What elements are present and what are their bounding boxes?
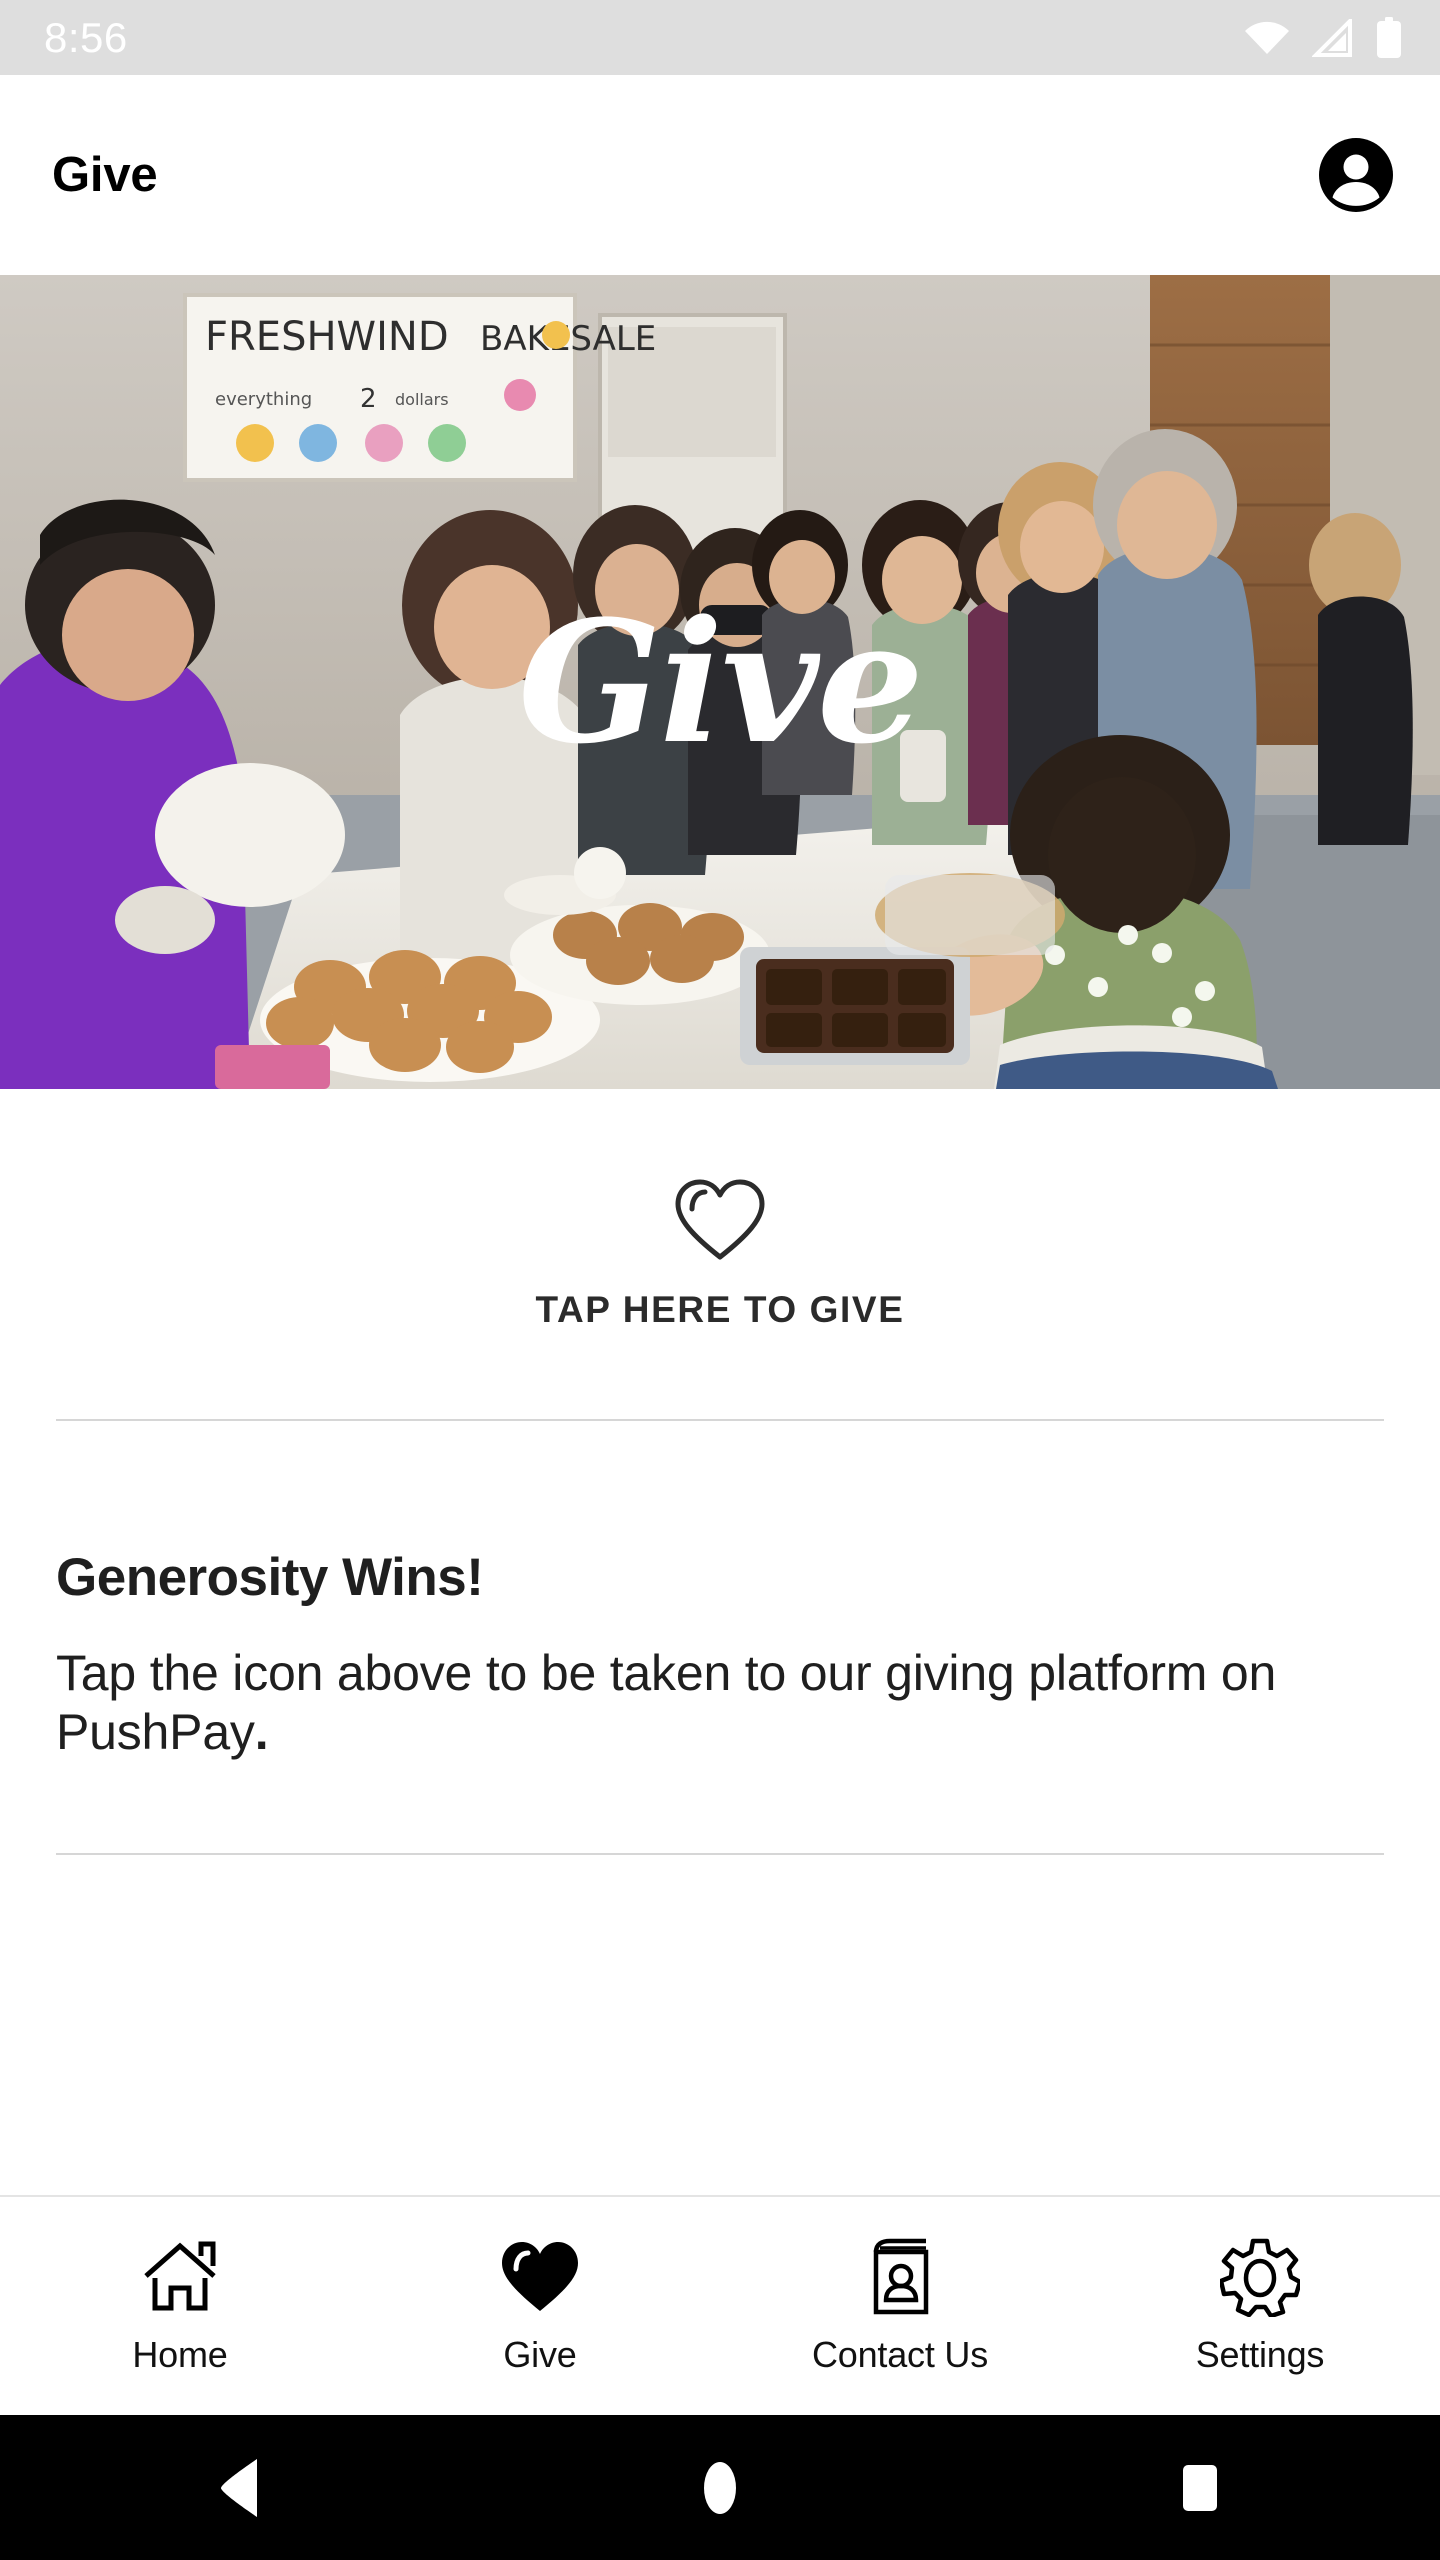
tab-give[interactable]: Give [360,2197,720,2415]
heart-filled-icon [499,2236,581,2318]
hero-banner[interactable]: FRESHWIND BAKESALE everything 2 dollars [0,275,1440,1089]
tap-to-give-button[interactable]: TAP HERE TO GIVE [0,1089,1440,1419]
tab-contact-us[interactable]: Contact Us [720,2197,1080,2415]
status-bar-icons [1244,16,1402,59]
svg-text:2: 2 [360,384,377,414]
svg-text:FRESHWIND: FRESHWIND [205,314,449,360]
wifi-icon [1244,20,1290,56]
home-icon [141,2236,219,2318]
bottom-tab-bar: Home Give Contact Us Settings [0,2195,1440,2415]
tab-home-label: Home [132,2334,228,2375]
cellular-signal-icon [1312,18,1354,57]
tap-to-give-label: TAP HERE TO GIVE [535,1289,905,1330]
circle-home-icon[interactable] [660,2428,780,2548]
tab-settings-label: Settings [1195,2334,1325,2375]
article-body-period: . [254,1703,269,1760]
app-bar: Give [0,75,1440,275]
tab-contact-us-label: Contact Us [811,2334,989,2375]
hero-overlay-word: Give [518,583,924,781]
tab-home[interactable]: Home [0,2197,360,2415]
status-bar-clock: 8:56 [44,13,128,61]
svg-text:dollars: dollars [395,390,449,409]
square-recents-icon[interactable] [1140,2428,1260,2548]
contact-book-icon [864,2236,936,2318]
heart-outline-icon [672,1177,768,1263]
triangle-back-icon[interactable] [180,2428,300,2548]
page-title: Give [52,148,158,202]
status-bar: 8:56 [0,0,1440,75]
article-body-text: Tap the icon above to be taken to our gi… [56,1645,1277,1760]
system-navigation-bar [0,2415,1440,2560]
account-circle-icon[interactable] [1316,135,1396,215]
article-section: Generosity Wins! Tap the icon above to b… [0,1421,1440,1761]
article-body: Tap the icon above to be taken to our gi… [56,1644,1384,1761]
battery-icon [1376,16,1402,59]
tab-settings[interactable]: Settings [1080,2197,1440,2415]
article-heading: Generosity Wins! [56,1548,484,1607]
svg-text:everything: everything [215,389,312,410]
phone-screen: 8:56 Give FRESHWIND everything 2 dollars… [0,0,1440,2560]
tab-give-label: Give [503,2334,577,2375]
gear-icon [1220,2236,1300,2318]
